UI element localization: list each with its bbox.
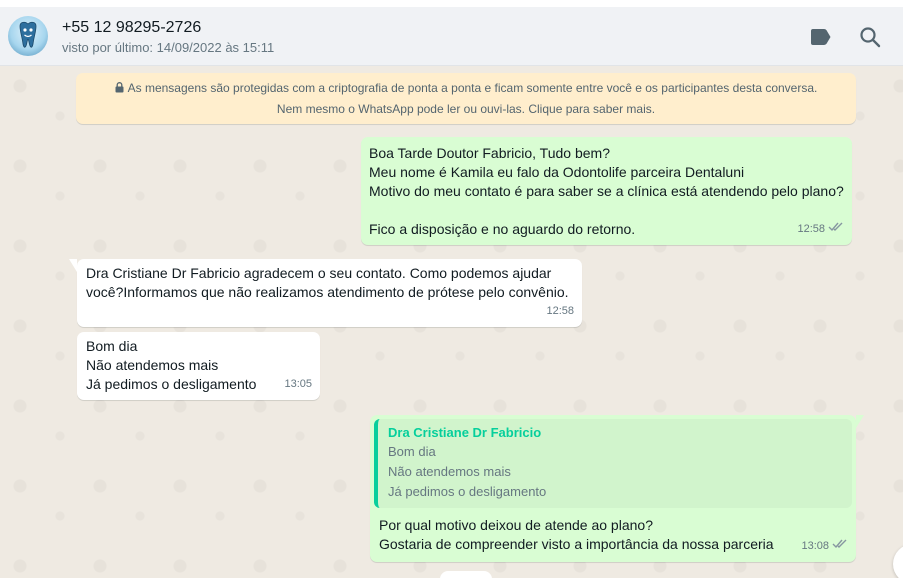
message-line: Meu nome é Kamila eu falo da Odontolife … [369,164,745,180]
quoted-line: Já pedimos o desligamento [388,484,547,499]
quoted-line: Bom dia [388,444,436,459]
contact-name[interactable]: +55 12 98295-2726 [62,19,201,37]
message-line: Boa Tarde Doutor Fabricio, Tudo bem? [369,145,610,161]
message-line: Já pedimos o desligamento [86,376,257,392]
message-time: 12:58 [797,223,825,235]
quoted-line: Não atendemos mais [388,464,511,479]
double-check-icon [828,220,844,239]
message-line: Por qual motivo deixou de atende ao plan… [379,517,653,533]
message-line: Gostaria de compreender visto a importân… [379,536,774,552]
last-seen-status: visto por último: 14/09/2022 às 15:11 [62,40,275,55]
encryption-notice-line1: As mensagens são protegidas com a cripto… [127,81,818,95]
double-check-icon [832,537,848,556]
window-top-strip [0,0,903,7]
quoted-author: Dra Cristiane Dr Fabricio [388,425,542,440]
message-pane[interactable]: As mensagens são protegidas com a cripto… [0,66,903,578]
message-meta: 13:08 [801,537,848,556]
message-time: 13:05 [284,378,312,390]
message-meta: 13:05 [284,375,312,394]
message-line: você?Informamos que não realizamos atend… [86,284,569,300]
message-line [369,201,844,220]
avatar[interactable] [8,16,48,56]
message-time: 12:58 [546,305,574,317]
date-chip [440,571,492,578]
message-line: Não atendemos mais [86,357,219,373]
message-line: Dra Cristiane Dr Fabricio agradecem o se… [86,265,552,281]
lock-icon [115,79,124,99]
message-time: 13:08 [801,540,829,552]
message-meta: 12:58 [546,302,574,321]
encryption-notice[interactable]: As mensagens são protegidas com a cripto… [76,73,856,124]
incoming-message[interactable]: Bom dia Não atendemos mais Já pedimos o … [77,332,320,400]
message-meta: 12:58 [797,220,844,239]
search-icon[interactable] [858,25,882,49]
encryption-notice-line2: Nem mesmo o WhatsApp pode ler ou ouvi-la… [276,102,656,116]
outgoing-reply-message[interactable]: Dra Cristiane Dr Fabricio Bom dia Não at… [370,415,864,562]
tag-icon[interactable] [808,25,832,49]
chat-header[interactable]: +55 12 98295-2726 visto por último: 14/0… [0,7,903,66]
outgoing-message[interactable]: Boa Tarde Doutor Fabricio, Tudo bem? Meu… [361,137,852,245]
message-line: Bom dia [86,338,138,354]
incoming-message[interactable]: Dra Cristiane Dr Fabricio agradecem o se… [69,259,582,327]
bubble-tail [69,259,77,272]
message-line: Fico a disposição e no aguardo do retorn… [369,221,636,237]
bubble-tail [856,415,864,428]
message-line: Motivo do meu contato é para saber se a … [369,183,844,199]
quoted-message[interactable]: Dra Cristiane Dr Fabricio Bom dia Não at… [374,419,852,508]
